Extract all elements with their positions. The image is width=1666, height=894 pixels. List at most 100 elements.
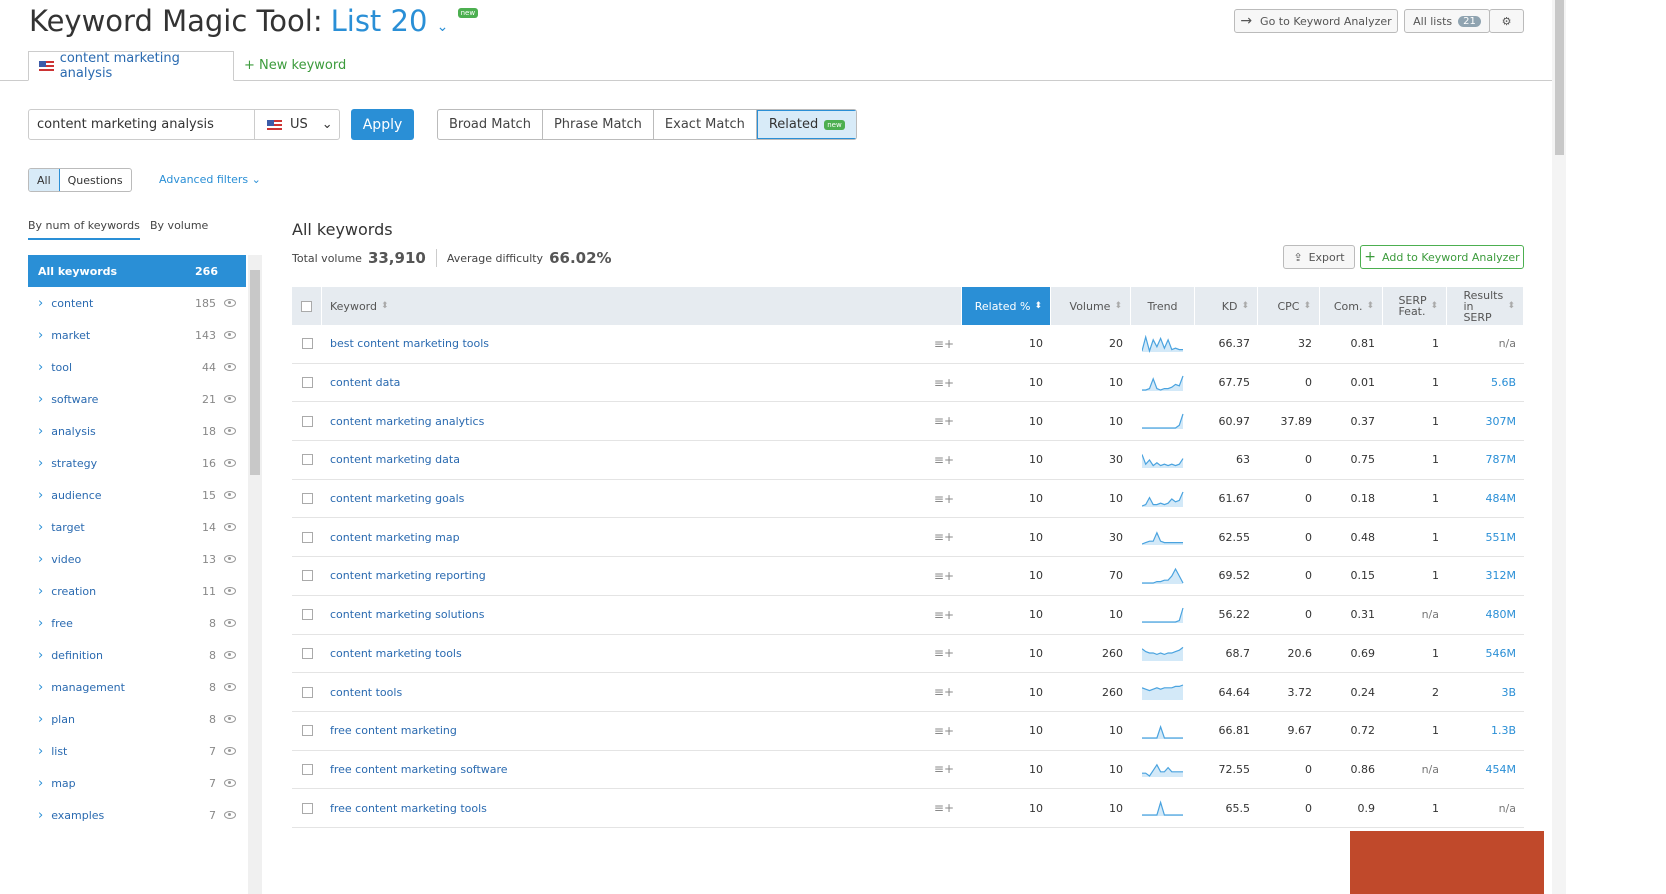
sidebar-item-target[interactable]: › target 14 [28, 511, 246, 543]
row-checkbox[interactable] [301, 454, 313, 466]
eye-icon[interactable] [224, 715, 236, 723]
settings-button[interactable]: ⚙ [1489, 9, 1524, 33]
keyword-link[interactable]: content data [330, 376, 934, 389]
sidebar-item-free[interactable]: › free 8 [28, 607, 246, 639]
all-lists-button[interactable]: All lists 21 [1404, 9, 1490, 33]
chevron-right-icon[interactable]: › [38, 616, 43, 631]
results-cell[interactable]: 551M [1447, 518, 1524, 556]
eye-icon[interactable] [224, 523, 236, 531]
sidebar-item-management[interactable]: › management 8 [28, 671, 246, 703]
add-to-list-icon[interactable]: ≡+ [934, 569, 954, 583]
chevron-right-icon[interactable]: › [38, 584, 43, 599]
phrase-match-button[interactable]: Phrase Match [543, 110, 654, 139]
col-volume[interactable]: Volume ⬍ [1051, 287, 1131, 325]
broad-match-button[interactable]: Broad Match [438, 110, 543, 139]
eye-icon[interactable] [224, 363, 236, 371]
keyword-link[interactable]: content marketing reporting [330, 569, 934, 582]
chevron-right-icon[interactable]: › [38, 520, 43, 535]
chevron-right-icon[interactable]: › [38, 648, 43, 663]
sort-by-volume-tab[interactable]: By volume [150, 219, 208, 232]
sidebar-item-audience[interactable]: › audience 15 [28, 479, 246, 511]
export-button[interactable]: ⇪ Export [1283, 245, 1355, 269]
eye-icon[interactable] [224, 427, 236, 435]
eye-icon[interactable] [224, 747, 236, 755]
results-cell[interactable]: 480M [1447, 596, 1524, 634]
eye-icon[interactable] [224, 587, 236, 595]
add-to-list-icon[interactable]: ≡+ [934, 646, 954, 660]
eye-icon[interactable] [224, 651, 236, 659]
add-to-list-icon[interactable]: ≡+ [934, 685, 954, 699]
sidebar-item-tool[interactable]: › tool 44 [28, 351, 246, 383]
go-to-keyword-analyzer-button[interactable]: → Go to Keyword Analyzer [1234, 9, 1398, 33]
results-cell[interactable]: 1.3B [1447, 712, 1524, 750]
row-checkbox[interactable] [301, 377, 313, 389]
col-serp-features[interactable]: SERP Feat. ⬍ [1383, 287, 1447, 325]
results-cell[interactable]: 546M [1447, 635, 1524, 673]
add-to-list-icon[interactable]: ≡+ [934, 530, 954, 544]
keyword-link[interactable]: content marketing analytics [330, 415, 934, 428]
keyword-link[interactable]: best content marketing tools [330, 337, 934, 350]
eye-icon[interactable] [224, 331, 236, 339]
keyword-link[interactable]: free content marketing [330, 724, 934, 737]
chevron-right-icon[interactable]: › [38, 680, 43, 695]
keyword-input[interactable]: content marketing analysis [29, 110, 255, 139]
sidebar-item-definition[interactable]: › definition 8 [28, 639, 246, 671]
add-to-list-icon[interactable]: ≡+ [934, 376, 954, 390]
questions-filter-button[interactable]: Questions [60, 169, 131, 191]
list-selector[interactable]: List 20 ⌄ [331, 4, 449, 38]
eye-icon[interactable] [224, 459, 236, 467]
keyword-link[interactable]: free content marketing software [330, 763, 934, 776]
eye-icon[interactable] [224, 779, 236, 787]
sidebar-item-examples[interactable]: › examples 7 [28, 799, 246, 831]
add-to-list-icon[interactable]: ≡+ [934, 724, 954, 738]
eye-icon[interactable] [224, 811, 236, 819]
chevron-right-icon[interactable]: › [38, 712, 43, 727]
chevron-right-icon[interactable]: › [38, 296, 43, 311]
row-checkbox[interactable] [301, 802, 313, 814]
sidebar-item-plan[interactable]: › plan 8 [28, 703, 246, 735]
results-cell[interactable]: 307M [1447, 402, 1524, 440]
row-checkbox[interactable] [301, 338, 313, 350]
chevron-right-icon[interactable]: › [38, 456, 43, 471]
chevron-right-icon[interactable]: › [38, 776, 43, 791]
add-to-list-icon[interactable]: ≡+ [934, 414, 954, 428]
page-scrollbar[interactable] [1552, 0, 1566, 894]
row-checkbox[interactable] [301, 570, 313, 582]
eye-icon[interactable] [224, 555, 236, 563]
chevron-right-icon[interactable]: › [38, 552, 43, 567]
keyword-link[interactable]: content marketing map [330, 531, 934, 544]
add-to-list-icon[interactable]: ≡+ [934, 801, 954, 815]
sidebar-scrollbar[interactable] [248, 255, 262, 894]
results-cell[interactable]: 3B [1447, 673, 1524, 711]
col-kd[interactable]: KD ⬍ [1195, 287, 1258, 325]
col-related[interactable]: Related % ⬍ [962, 287, 1051, 325]
related-button[interactable]: Related new [756, 110, 856, 139]
add-to-list-icon[interactable]: ≡+ [934, 453, 954, 467]
row-checkbox[interactable] [301, 531, 313, 543]
add-to-list-icon[interactable]: ≡+ [934, 492, 954, 506]
sidebar-item-video[interactable]: › video 13 [28, 543, 246, 575]
sidebar-item-list[interactable]: › list 7 [28, 735, 246, 767]
sidebar-item-software[interactable]: › software 21 [28, 383, 246, 415]
eye-icon[interactable] [224, 299, 236, 307]
keyword-link[interactable]: content marketing data [330, 453, 934, 466]
sidebar-item-strategy[interactable]: › strategy 16 [28, 447, 246, 479]
keyword-link[interactable]: content marketing goals [330, 492, 934, 505]
database-select[interactable]: US ⌄ [255, 110, 339, 139]
exact-match-button[interactable]: Exact Match [654, 110, 757, 139]
col-results[interactable]: Results in SERP ⬍ [1447, 287, 1524, 325]
keyword-link[interactable]: content marketing solutions [330, 608, 934, 621]
add-to-list-icon[interactable]: ≡+ [934, 608, 954, 622]
col-cpc[interactable]: CPC ⬍ [1258, 287, 1320, 325]
chevron-right-icon[interactable]: › [38, 328, 43, 343]
results-cell[interactable]: 454M [1447, 751, 1524, 789]
col-keyword[interactable]: Keyword ⬍ [322, 287, 962, 325]
tab-content-marketing-analysis[interactable]: content marketing analysis [28, 51, 234, 81]
eye-icon[interactable] [224, 491, 236, 499]
sort-by-num-tab[interactable]: By num of keywords [28, 219, 140, 240]
row-checkbox[interactable] [301, 415, 313, 427]
chevron-right-icon[interactable]: › [38, 488, 43, 503]
new-keyword-tab[interactable]: + New keyword [244, 58, 346, 73]
results-cell[interactable]: 5.6B [1447, 364, 1524, 402]
row-checkbox[interactable] [301, 609, 313, 621]
